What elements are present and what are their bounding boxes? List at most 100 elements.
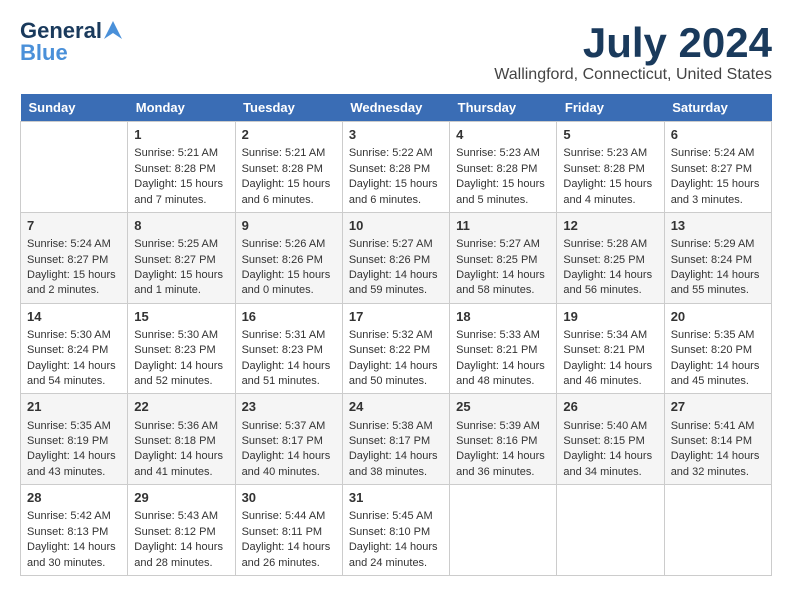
daylight-text: Daylight: 14 hours and 50 minutes. <box>349 360 438 387</box>
col-wednesday: Wednesday <box>342 94 449 122</box>
day-number: 23 <box>242 398 336 416</box>
cell-w4-d3: 23 Sunrise: 5:37 AM Sunset: 8:17 PM Dayl… <box>235 394 342 485</box>
sunrise-text: Sunrise: 5:30 AM <box>134 329 218 341</box>
day-number: 7 <box>27 217 121 235</box>
daylight-text: Daylight: 14 hours and 32 minutes. <box>671 450 760 477</box>
sunset-text: Sunset: 8:17 PM <box>242 435 323 447</box>
daylight-text: Daylight: 14 hours and 43 minutes. <box>27 450 116 477</box>
cell-w5-d4: 31 Sunrise: 5:45 AM Sunset: 8:10 PM Dayl… <box>342 485 449 576</box>
daylight-text: Daylight: 15 hours and 6 minutes. <box>242 178 331 205</box>
day-number: 9 <box>242 217 336 235</box>
day-number: 3 <box>349 126 443 144</box>
sunrise-text: Sunrise: 5:27 AM <box>456 238 540 250</box>
week-row-3: 14 Sunrise: 5:30 AM Sunset: 8:24 PM Dayl… <box>21 303 772 394</box>
sunrise-text: Sunrise: 5:21 AM <box>242 147 326 159</box>
day-number: 5 <box>563 126 657 144</box>
day-number: 1 <box>134 126 228 144</box>
sunrise-text: Sunrise: 5:21 AM <box>134 147 218 159</box>
daylight-text: Daylight: 15 hours and 3 minutes. <box>671 178 760 205</box>
sunrise-text: Sunrise: 5:37 AM <box>242 420 326 432</box>
sunrise-text: Sunrise: 5:27 AM <box>349 238 433 250</box>
cell-w2-d3: 9 Sunrise: 5:26 AM Sunset: 8:26 PM Dayli… <box>235 212 342 303</box>
col-friday: Friday <box>557 94 664 122</box>
location-subtitle: Wallingford, Connecticut, United States <box>494 66 772 84</box>
header-row: Sunday Monday Tuesday Wednesday Thursday… <box>21 94 772 122</box>
day-number: 13 <box>671 217 765 235</box>
sunset-text: Sunset: 8:17 PM <box>349 435 430 447</box>
day-number: 16 <box>242 308 336 326</box>
cell-w3-d4: 17 Sunrise: 5:32 AM Sunset: 8:22 PM Dayl… <box>342 303 449 394</box>
sunset-text: Sunset: 8:28 PM <box>349 163 430 175</box>
sunset-text: Sunset: 8:19 PM <box>27 435 108 447</box>
month-title: July 2024 <box>494 20 772 66</box>
sunrise-text: Sunrise: 5:30 AM <box>27 329 111 341</box>
sunrise-text: Sunrise: 5:24 AM <box>27 238 111 250</box>
day-number: 21 <box>27 398 121 416</box>
week-row-1: 1 Sunrise: 5:21 AM Sunset: 8:28 PM Dayli… <box>21 122 772 213</box>
sunset-text: Sunset: 8:10 PM <box>349 526 430 538</box>
sunrise-text: Sunrise: 5:43 AM <box>134 510 218 522</box>
daylight-text: Daylight: 14 hours and 48 minutes. <box>456 360 545 387</box>
daylight-text: Daylight: 15 hours and 4 minutes. <box>563 178 652 205</box>
sunrise-text: Sunrise: 5:38 AM <box>349 420 433 432</box>
day-number: 26 <box>563 398 657 416</box>
cell-w2-d5: 11 Sunrise: 5:27 AM Sunset: 8:25 PM Dayl… <box>450 212 557 303</box>
sunset-text: Sunset: 8:14 PM <box>671 435 752 447</box>
page-header: General Blue July 2024 Wallingford, Conn… <box>20 20 772 84</box>
day-number: 8 <box>134 217 228 235</box>
cell-w1-d2: 1 Sunrise: 5:21 AM Sunset: 8:28 PM Dayli… <box>128 122 235 213</box>
sunset-text: Sunset: 8:27 PM <box>671 163 752 175</box>
sunset-text: Sunset: 8:16 PM <box>456 435 537 447</box>
cell-w5-d3: 30 Sunrise: 5:44 AM Sunset: 8:11 PM Dayl… <box>235 485 342 576</box>
cell-w4-d6: 26 Sunrise: 5:40 AM Sunset: 8:15 PM Dayl… <box>557 394 664 485</box>
sunrise-text: Sunrise: 5:42 AM <box>27 510 111 522</box>
sunset-text: Sunset: 8:21 PM <box>563 344 644 356</box>
sunset-text: Sunset: 8:11 PM <box>242 526 323 538</box>
day-number: 12 <box>563 217 657 235</box>
sunrise-text: Sunrise: 5:31 AM <box>242 329 326 341</box>
sunset-text: Sunset: 8:28 PM <box>242 163 323 175</box>
sunset-text: Sunset: 8:28 PM <box>563 163 644 175</box>
cell-w2-d2: 8 Sunrise: 5:25 AM Sunset: 8:27 PM Dayli… <box>128 212 235 303</box>
sunrise-text: Sunrise: 5:40 AM <box>563 420 647 432</box>
day-number: 29 <box>134 489 228 507</box>
day-number: 28 <box>27 489 121 507</box>
sunset-text: Sunset: 8:25 PM <box>563 254 644 266</box>
cell-w3-d6: 19 Sunrise: 5:34 AM Sunset: 8:21 PM Dayl… <box>557 303 664 394</box>
daylight-text: Daylight: 14 hours and 52 minutes. <box>134 360 223 387</box>
daylight-text: Daylight: 14 hours and 24 minutes. <box>349 541 438 568</box>
cell-w4-d1: 21 Sunrise: 5:35 AM Sunset: 8:19 PM Dayl… <box>21 394 128 485</box>
cell-w3-d5: 18 Sunrise: 5:33 AM Sunset: 8:21 PM Dayl… <box>450 303 557 394</box>
day-number: 25 <box>456 398 550 416</box>
cell-w4-d7: 27 Sunrise: 5:41 AM Sunset: 8:14 PM Dayl… <box>664 394 771 485</box>
daylight-text: Daylight: 14 hours and 26 minutes. <box>242 541 331 568</box>
sunset-text: Sunset: 8:24 PM <box>27 344 108 356</box>
sunset-text: Sunset: 8:27 PM <box>27 254 108 266</box>
daylight-text: Daylight: 15 hours and 0 minutes. <box>242 269 331 296</box>
week-row-4: 21 Sunrise: 5:35 AM Sunset: 8:19 PM Dayl… <box>21 394 772 485</box>
logo-bird-icon <box>104 21 122 41</box>
sunset-text: Sunset: 8:28 PM <box>456 163 537 175</box>
sunset-text: Sunset: 8:28 PM <box>134 163 215 175</box>
week-row-5: 28 Sunrise: 5:42 AM Sunset: 8:13 PM Dayl… <box>21 485 772 576</box>
sunrise-text: Sunrise: 5:35 AM <box>671 329 755 341</box>
sunset-text: Sunset: 8:26 PM <box>349 254 430 266</box>
col-tuesday: Tuesday <box>235 94 342 122</box>
cell-w3-d7: 20 Sunrise: 5:35 AM Sunset: 8:20 PM Dayl… <box>664 303 771 394</box>
cell-w5-d7 <box>664 485 771 576</box>
cell-w5-d1: 28 Sunrise: 5:42 AM Sunset: 8:13 PM Dayl… <box>21 485 128 576</box>
day-number: 11 <box>456 217 550 235</box>
daylight-text: Daylight: 14 hours and 54 minutes. <box>27 360 116 387</box>
logo: General Blue <box>20 20 122 64</box>
daylight-text: Daylight: 15 hours and 1 minute. <box>134 269 223 296</box>
title-area: July 2024 Wallingford, Connecticut, Unit… <box>494 20 772 84</box>
daylight-text: Daylight: 15 hours and 5 minutes. <box>456 178 545 205</box>
sunrise-text: Sunrise: 5:45 AM <box>349 510 433 522</box>
cell-w3-d1: 14 Sunrise: 5:30 AM Sunset: 8:24 PM Dayl… <box>21 303 128 394</box>
sunrise-text: Sunrise: 5:34 AM <box>563 329 647 341</box>
cell-w2-d7: 13 Sunrise: 5:29 AM Sunset: 8:24 PM Dayl… <box>664 212 771 303</box>
sunrise-text: Sunrise: 5:25 AM <box>134 238 218 250</box>
cell-w4-d2: 22 Sunrise: 5:36 AM Sunset: 8:18 PM Dayl… <box>128 394 235 485</box>
daylight-text: Daylight: 14 hours and 40 minutes. <box>242 450 331 477</box>
sunset-text: Sunset: 8:18 PM <box>134 435 215 447</box>
